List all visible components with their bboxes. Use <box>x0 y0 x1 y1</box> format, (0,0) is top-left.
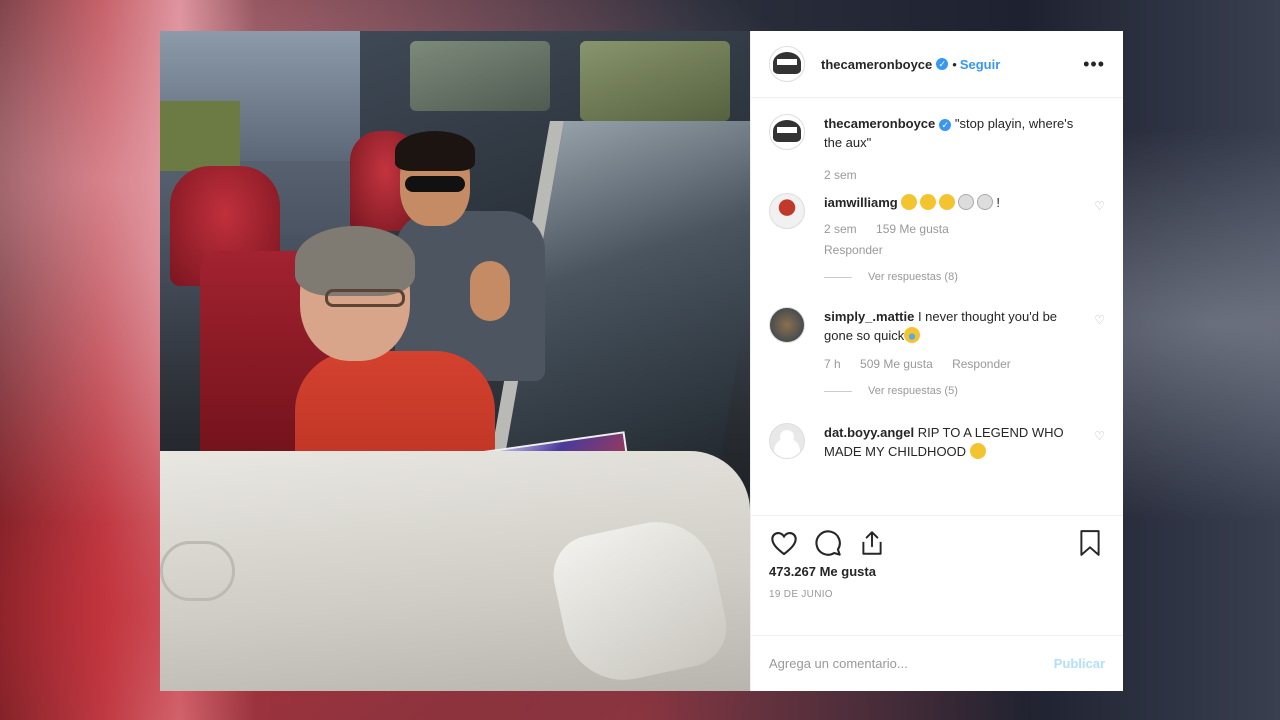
comment-time[interactable]: 2 sem <box>824 168 857 182</box>
avatar[interactable] <box>769 46 805 82</box>
profile-logo-icon <box>773 52 801 74</box>
post-actions: 473.267 Me gusta 19 DE JUNIO <box>751 515 1123 635</box>
crying-laughing-emoji-icon <box>969 443 986 459</box>
like-comment-heart-icon[interactable]: ♡ <box>1094 199 1105 213</box>
comments-list[interactable]: thecameronboyce ✓ "stop playin, where's t… <box>751 98 1123 515</box>
comment-time[interactable]: 7 h <box>824 357 841 371</box>
publish-button[interactable]: Publicar <box>1054 656 1105 671</box>
like-comment-heart-icon[interactable]: ♡ <box>1094 313 1105 327</box>
crying-emoji-icon <box>904 327 921 343</box>
avatar[interactable] <box>769 193 805 229</box>
post-photo[interactable] <box>160 31 750 691</box>
bookmark-icon[interactable] <box>1075 528 1105 558</box>
verified-badge-icon: ✓ <box>936 58 949 70</box>
comment-username[interactable]: simply_.mattie <box>824 309 914 324</box>
comment-item: simply_.mattie I never thought you'd be … <box>769 307 1105 401</box>
comment-item: iamwilliamg ! 2 sem 159 Me gusta Respond… <box>769 193 1105 287</box>
likes-count[interactable]: 473.267 Me gusta <box>769 564 1105 579</box>
reply-button[interactable]: Responder <box>824 243 883 257</box>
comment-username[interactable]: iamwilliamg <box>824 195 898 210</box>
comment-bubble-icon[interactable] <box>813 528 843 558</box>
comment-time[interactable]: 2 sem <box>824 222 857 236</box>
comment-text: ! <box>996 195 1000 210</box>
comment-username[interactable]: dat.boyy.angel <box>824 425 914 440</box>
instagram-post: thecameronboyce ✓ • Seguir ••• thecamero… <box>160 31 1123 691</box>
add-comment-bar: Publicar <box>751 635 1123 691</box>
avatar[interactable] <box>769 307 805 343</box>
comment-input[interactable] <box>769 656 1054 671</box>
view-replies-button[interactable]: Ver respuestas (5) <box>824 382 1084 401</box>
profile-logo-icon <box>773 120 801 142</box>
follow-button[interactable]: Seguir <box>960 57 1000 72</box>
view-replies-button[interactable]: Ver respuestas (8) <box>824 268 1084 287</box>
header-username[interactable]: thecameronboyce <box>821 57 932 72</box>
comment-likes[interactable]: 159 Me gusta <box>876 222 949 236</box>
avatar[interactable] <box>769 114 805 150</box>
crying-laughing-emoji-icon <box>901 194 996 210</box>
more-options-icon[interactable]: ••• <box>1083 55 1105 73</box>
reply-button[interactable]: Responder <box>952 357 1011 371</box>
share-icon[interactable] <box>857 528 887 558</box>
like-comment-heart-icon[interactable]: ♡ <box>1094 429 1105 443</box>
post-header: thecameronboyce ✓ • Seguir ••• <box>751 31 1123 98</box>
comment-likes[interactable]: 509 Me gusta <box>860 357 933 371</box>
like-heart-icon[interactable] <box>769 528 799 558</box>
verified-badge-icon: ✓ <box>939 118 952 131</box>
comment-item: dat.boyy.angel RIP TO A LEGEND WHO MADE … <box>769 423 1105 461</box>
avatar[interactable] <box>769 423 805 459</box>
post-date: 19 DE JUNIO <box>769 589 833 600</box>
post-side-panel: thecameronboyce ✓ • Seguir ••• thecamero… <box>750 31 1123 691</box>
comment-username[interactable]: thecameronboyce <box>824 116 935 131</box>
caption: thecameronboyce ✓ "stop playin, where's t… <box>769 114 1105 185</box>
